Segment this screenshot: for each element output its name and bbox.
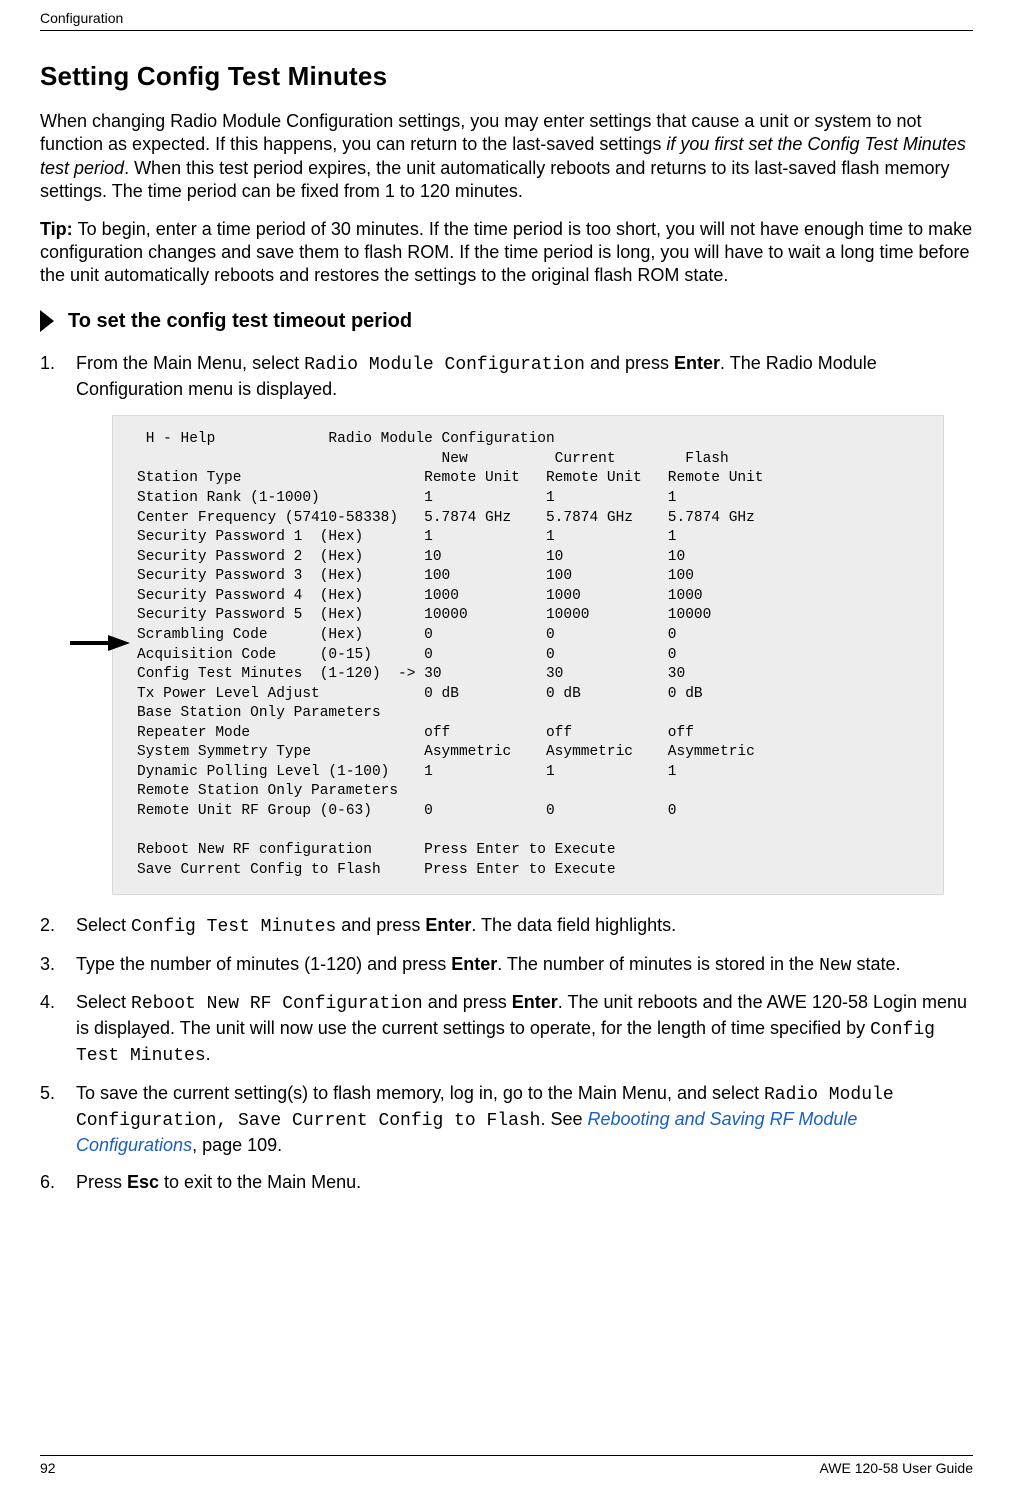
tip-paragraph: Tip: To begin, enter a time period of 30…: [40, 218, 973, 288]
step4-text-a: Select: [76, 992, 131, 1012]
procedure-heading-row: To set the config test timeout period: [40, 310, 973, 333]
step5-text-e: , page 109.: [192, 1135, 282, 1155]
step2-text-e: . The data field highlights.: [471, 915, 676, 935]
step4-text-c: and press: [423, 992, 512, 1012]
step4-text-g: .: [206, 1044, 211, 1064]
step6-text-c: to exit to the Main Menu.: [159, 1172, 361, 1192]
step3-bold: Enter: [451, 954, 497, 974]
terminal-screen: H - Help Radio Module Configuration New …: [112, 415, 944, 895]
terminal-wrap: H - Help Radio Module Configuration New …: [112, 415, 973, 895]
step4-bold: Enter: [512, 992, 558, 1012]
step1-mono: Radio Module Configuration: [304, 355, 585, 375]
step4-mono-a: Reboot New RF Configuration: [131, 994, 423, 1014]
step-3: Type the number of minutes (1-120) and p…: [40, 952, 973, 978]
step-6: Press Esc to exit to the Main Menu.: [40, 1170, 973, 1194]
step-2: Select Config Test Minutes and press Ent…: [40, 913, 973, 939]
pointer-arrow-icon: [70, 633, 130, 659]
step1-text-c: and press: [585, 353, 674, 373]
step1-bold: Enter: [674, 353, 720, 373]
doc-title: AWE 120-58 User Guide: [819, 1460, 973, 1476]
procedure-steps: From the Main Menu, select Radio Module …: [40, 351, 973, 1194]
step-5: To save the current setting(s) to flash …: [40, 1081, 973, 1158]
step3-text-a: Type the number of minutes (1-120) and p…: [76, 954, 451, 974]
step1-text-a: From the Main Menu, select: [76, 353, 304, 373]
intro-paragraph-1: When changing Radio Module Configuration…: [40, 110, 973, 204]
step3-text-c: . The number of minutes is stored in the: [497, 954, 819, 974]
step3-text-e: state.: [851, 954, 900, 974]
section-title: Setting Config Test Minutes: [40, 61, 973, 92]
procedure-heading: To set the config test timeout period: [68, 310, 412, 333]
page-number: 92: [40, 1460, 56, 1476]
page-footer: 92 AWE 120-58 User Guide: [40, 1455, 973, 1476]
step5-text-a: To save the current setting(s) to flash …: [76, 1083, 764, 1103]
page-header: Configuration: [40, 10, 973, 31]
step-1: From the Main Menu, select Radio Module …: [40, 351, 973, 896]
step6-bold: Esc: [127, 1172, 159, 1192]
tip-body: To begin, enter a time period of 30 minu…: [40, 219, 972, 286]
intro-text-c: . When this test period expires, the uni…: [40, 158, 949, 201]
step2-bold: Enter: [425, 915, 471, 935]
step-4: Select Reboot New RF Configuration and p…: [40, 990, 973, 1069]
step2-mono: Config Test Minutes: [131, 917, 336, 937]
procedure-arrow-icon: [40, 310, 58, 332]
step3-mono: New: [819, 956, 851, 976]
step2-text-c: and press: [336, 915, 425, 935]
step2-text-a: Select: [76, 915, 131, 935]
tip-label: Tip:: [40, 219, 78, 239]
step6-text-a: Press: [76, 1172, 127, 1192]
step5-text-c: . See: [540, 1109, 587, 1129]
header-section-label: Configuration: [40, 10, 123, 26]
terminal-text: H - Help Radio Module Configuration New …: [137, 430, 925, 880]
